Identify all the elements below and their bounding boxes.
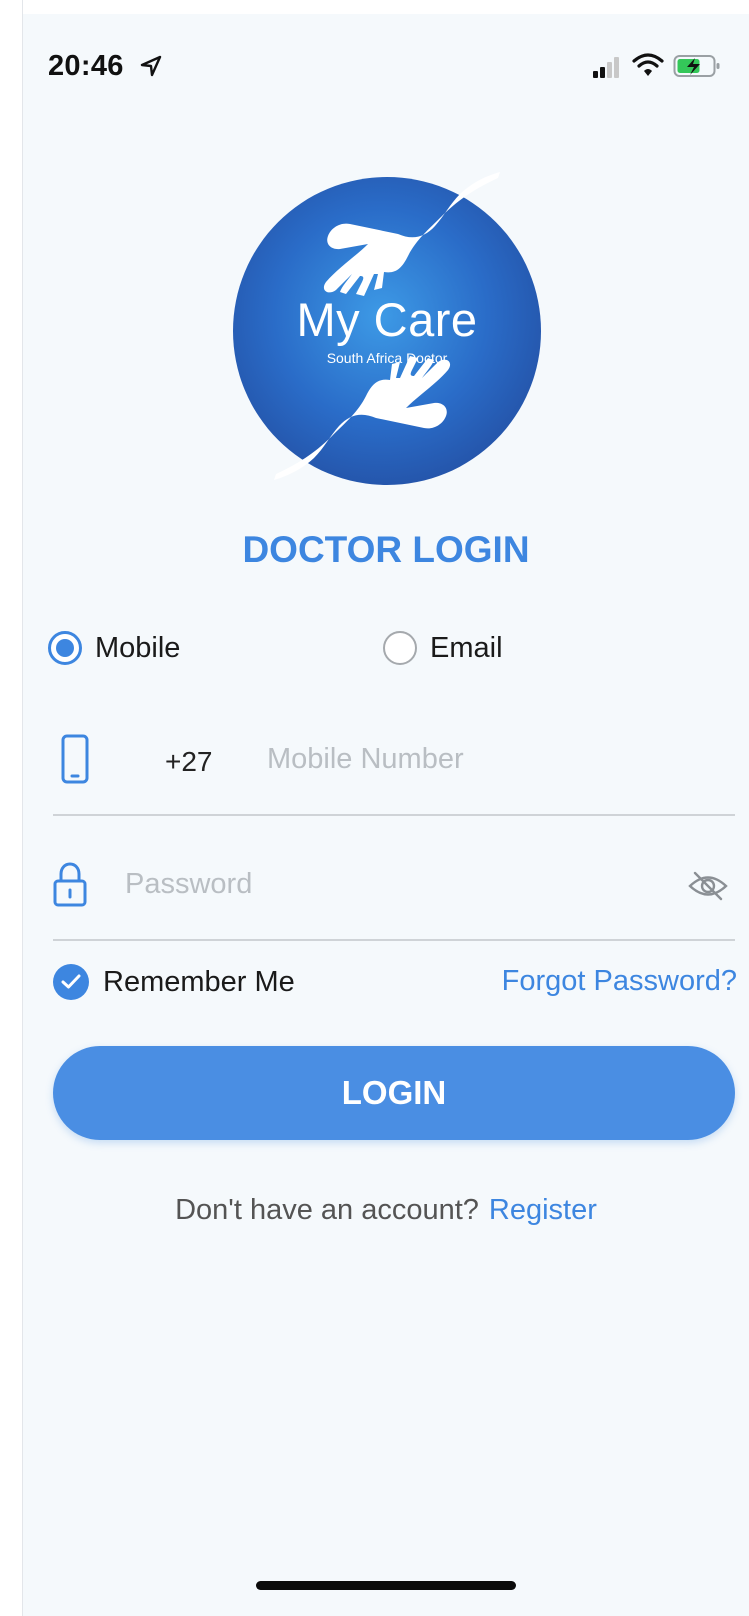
mobile-number-input[interactable] bbox=[267, 734, 707, 784]
left-edge-strip bbox=[0, 0, 23, 1616]
register-row: Don't have an account? Register bbox=[23, 1194, 749, 1227]
wifi-icon bbox=[632, 53, 664, 76]
app-logo: My Care South Africa Doctor bbox=[228, 164, 546, 489]
lock-icon bbox=[53, 862, 87, 907]
register-link[interactable]: Register bbox=[489, 1194, 597, 1226]
radio-email-label: Email bbox=[430, 631, 503, 664]
logo-title: My Care bbox=[296, 293, 478, 346]
home-indicator[interactable] bbox=[256, 1581, 516, 1590]
eye-off-icon[interactable] bbox=[687, 869, 729, 903]
password-input[interactable] bbox=[125, 859, 665, 909]
register-prompt: Don't have an account? bbox=[175, 1194, 479, 1226]
status-time: 20:46 bbox=[48, 50, 124, 82]
page-title: DOCTOR LOGIN bbox=[242, 529, 530, 570]
phone-icon bbox=[61, 734, 89, 784]
location-arrow-icon bbox=[140, 55, 162, 77]
radio-unselected-indicator[interactable] bbox=[383, 631, 417, 665]
status-bar: 20:46 bbox=[23, 14, 749, 114]
login-screen: 20:46 My Care South Africa Doctor DOCTOR… bbox=[23, 14, 749, 1616]
radio-mobile[interactable]: Mobile bbox=[48, 626, 180, 670]
checkmark-icon[interactable] bbox=[53, 964, 89, 1000]
password-field bbox=[53, 829, 735, 941]
forgot-password-link[interactable]: Forgot Password? bbox=[502, 965, 737, 998]
mobile-number-field: +27 bbox=[53, 704, 735, 816]
login-button[interactable]: LOGIN bbox=[53, 1046, 735, 1140]
radio-selected-indicator[interactable] bbox=[48, 631, 82, 665]
battery-charging-icon bbox=[673, 55, 720, 77]
radio-mobile-label: Mobile bbox=[95, 631, 181, 664]
signal-icon bbox=[593, 57, 619, 78]
logo-subtitle: South Africa Doctor bbox=[326, 350, 448, 366]
remember-me-checkbox[interactable]: Remember Me bbox=[53, 959, 295, 1005]
country-code[interactable]: +27 bbox=[165, 746, 213, 778]
radio-email[interactable]: Email bbox=[383, 626, 503, 670]
remember-me-label: Remember Me bbox=[103, 965, 295, 998]
